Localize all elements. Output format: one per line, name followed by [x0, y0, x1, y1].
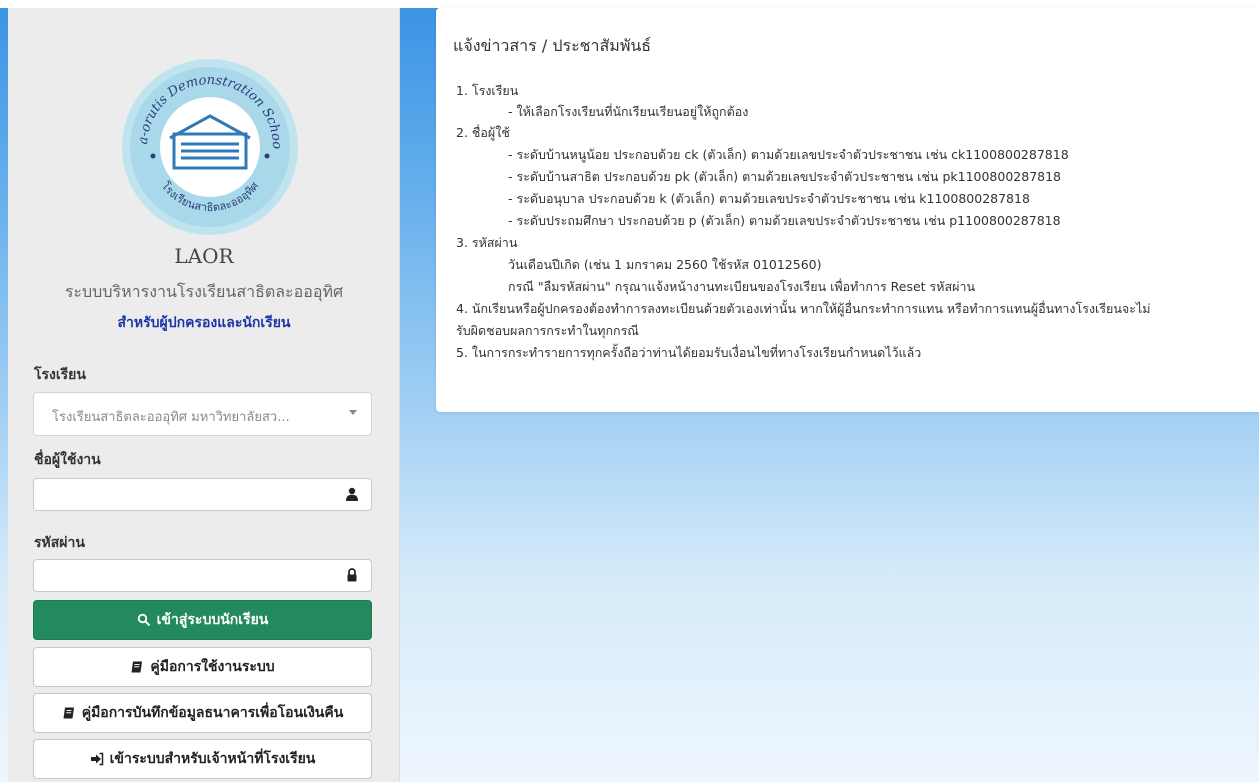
staff-login-button[interactable]: เข้าระบบสำหรับเจ้าหน้าที่โรงเรียน — [33, 739, 372, 779]
announcement-line: - ระดับอนุบาล ประกอบด้วย k (ตัวเล็ก) ตาม… — [508, 191, 1030, 206]
announcement-line: รับผิดชอบผลการกระทำในทุกกรณี — [456, 323, 639, 338]
announcement-line: - ระดับบ้านหนูน้อย ประกอบด้วย ck (ตัวเล็… — [508, 147, 1069, 162]
student-login-button[interactable]: เข้าสู่ระบบนักเรียน — [33, 600, 372, 640]
password-field-wrap — [33, 559, 372, 592]
school-select[interactable]: โรงเรียนสาธิตละอออุทิศ มหาวิทยาลัยสว... — [33, 392, 372, 436]
announcement-line: - ระดับบ้านสาธิต ประกอบด้วย pk (ตัวเล็ก)… — [508, 169, 1062, 184]
student-login-label: เข้าสู่ระบบนักเรียน — [156, 612, 269, 628]
login-panel: La-orutis Demonstration School โรงเรียนส… — [8, 8, 400, 782]
announcement-title: แจ้งข่าวสาร / ประชาสัมพันธ์ — [453, 36, 652, 55]
school-logo: La-orutis Demonstration School โรงเรียนส… — [121, 58, 298, 235]
book-icon — [63, 707, 74, 719]
announcement-line: กรณี "ลืมรหัสผ่าน" กรุณาแจ้งหน้างานทะเบี… — [508, 279, 976, 294]
announcement-line: วันเดือนปีเกิด (เช่น 1 มกราคม 2560 ใช้รห… — [508, 257, 822, 272]
announcement-line: 3. รหัสผ่าน — [456, 235, 518, 250]
announcement-line: 1. โรงเรียน — [456, 83, 519, 98]
announcement-line: - ระดับประถมศึกษา ประกอบด้วย p (ตัวเล็ก)… — [508, 213, 1061, 228]
announcement-line: 5. ในการกระทำรายการทุกครั้งถือว่าท่านได้… — [456, 345, 922, 360]
user-icon — [346, 487, 358, 501]
staff-login-label: เข้าระบบสำหรับเจ้าหน้าที่โรงเรียน — [109, 751, 316, 767]
bank-manual-label: คู่มือการบันทึกข้อมูลธนาคารเพื่อโอนเงินค… — [81, 705, 344, 721]
password-label: รหัสผ่าน — [34, 535, 85, 551]
announcement-line: 2. ชื่อผู้ใช้ — [456, 125, 510, 140]
app-title: LAOR — [174, 244, 234, 268]
school-label: โรงเรียน — [34, 367, 86, 383]
username-field-wrap — [33, 478, 372, 511]
search-icon — [137, 613, 150, 627]
book-icon — [131, 661, 143, 673]
user-manual-label: คู่มือการใช้งานระบบ — [150, 659, 275, 675]
announcement-card: แจ้งข่าวสาร / ประชาสัมพันธ์ 1. โรงเรียน … — [436, 8, 1259, 412]
password-field[interactable] — [42, 565, 336, 587]
bank-manual-button[interactable]: คู่มือการบันทึกข้อมูลธนาคารเพื่อโอนเงินค… — [33, 693, 372, 733]
username-label: ชื่อผู้ใช้งาน — [34, 452, 101, 468]
announcement-line: - ให้เลือกโรงเรียนที่นักเรียนเรียนอยู่ให… — [508, 104, 749, 119]
top-border — [0, 0, 1259, 8]
school-select-value: โรงเรียนสาธิตละอออุทิศ มหาวิทยาลัยสว... — [52, 410, 290, 425]
announcement-line: 4. นักเรียนหรือผู้ปกครองต้องทำการลงทะเบี… — [456, 301, 1151, 316]
username-field[interactable] — [42, 484, 336, 506]
app-audience: สำหรับผู้ปกครองและนักเรียน — [117, 315, 291, 331]
app-subtitle: ระบบบริหารงานโรงเรียนสาธิตละอออุทิศ — [64, 282, 344, 301]
lock-icon — [347, 568, 357, 582]
sign-in-icon — [90, 752, 103, 766]
user-manual-button[interactable]: คู่มือการใช้งานระบบ — [33, 647, 372, 687]
chevron-down-icon — [349, 410, 357, 415]
